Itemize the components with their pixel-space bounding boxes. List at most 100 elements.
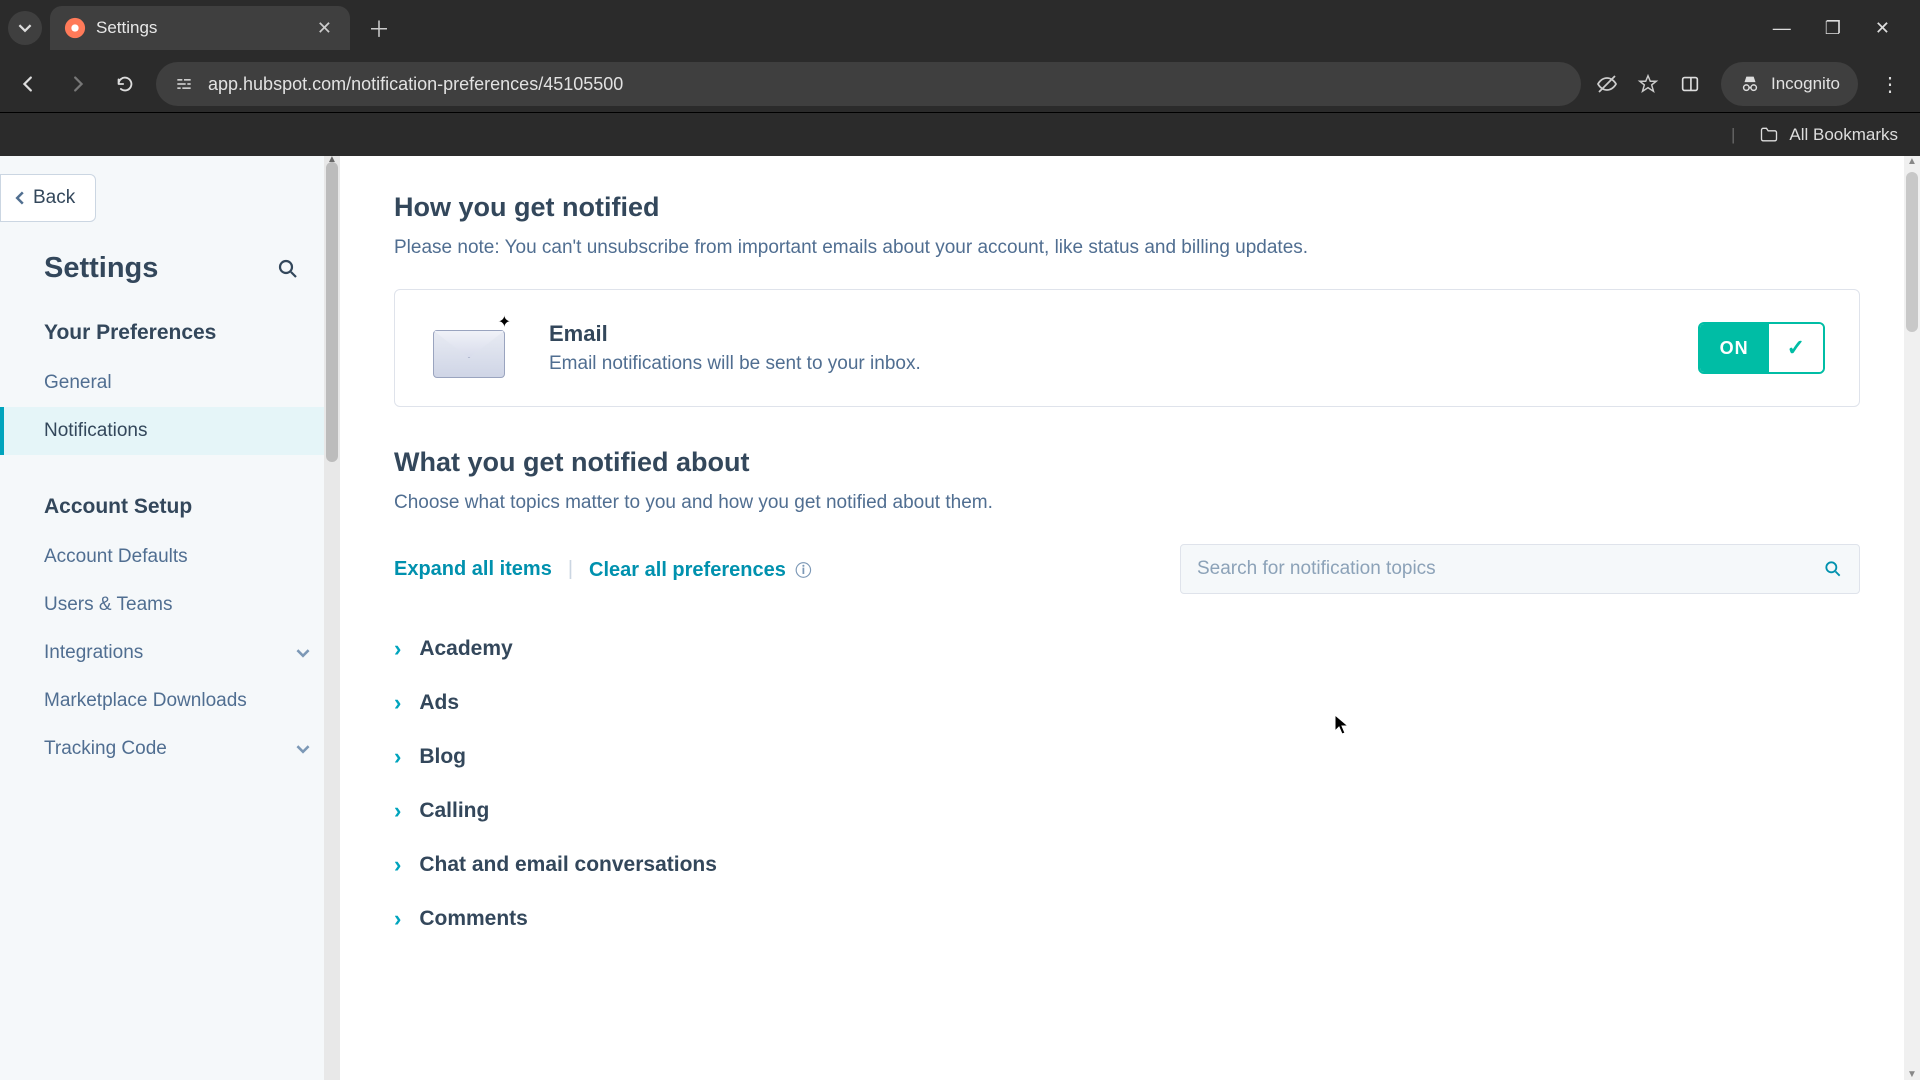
email-channel-card: ✦ Email Email notifications will be sent…: [394, 289, 1860, 407]
chevron-left-icon: [13, 191, 27, 205]
sidebar-item-label: General: [44, 372, 112, 394]
scroll-up-icon: ▲: [1904, 156, 1920, 167]
incognito-indicator[interactable]: Incognito: [1721, 62, 1858, 106]
sidebar-item-label: Integrations: [44, 642, 143, 664]
sidebar-item-notifications[interactable]: Notifications: [0, 407, 340, 455]
topic-label: Chat and email conversations: [419, 853, 717, 877]
bookmark-star-icon[interactable]: [1637, 73, 1659, 95]
info-icon: ⓘ: [795, 563, 811, 580]
topic-calling[interactable]: › Calling: [394, 784, 1860, 838]
search-icon: [1823, 559, 1843, 579]
sidebar-item-marketplace-downloads[interactable]: Marketplace Downloads: [0, 677, 340, 725]
topic-label: Comments: [419, 907, 528, 931]
reload-button[interactable]: [108, 67, 142, 101]
incognito-eye-icon[interactable]: [1595, 72, 1619, 96]
tab-strip: Settings ✕ ＋ — ❐ ✕: [0, 0, 1920, 56]
email-envelope-icon: ✦: [429, 318, 509, 378]
topic-search-box[interactable]: [1180, 544, 1860, 594]
browser-chrome: Settings ✕ ＋ — ❐ ✕ app.hubspot.com/notif…: [0, 0, 1920, 156]
incognito-icon: [1739, 73, 1761, 95]
topic-academy[interactable]: › Academy: [394, 622, 1860, 676]
back-nav-button[interactable]: [12, 67, 46, 101]
settings-header: Settings: [0, 222, 340, 307]
chevron-down-icon: [18, 21, 32, 35]
search-icon: [276, 257, 300, 281]
sidebar-item-general[interactable]: General: [0, 359, 340, 407]
topic-label: Blog: [419, 745, 466, 769]
sidepanel-icon: [1679, 73, 1701, 95]
sidepanel-button[interactable]: [1673, 67, 1707, 101]
sidebar-item-users-teams[interactable]: Users & Teams: [0, 581, 340, 629]
address-bar-row: app.hubspot.com/notification-preferences…: [0, 56, 1920, 112]
sidebar-scrollbar[interactable]: ▲: [324, 156, 340, 1080]
email-channel-title: Email: [549, 321, 1658, 347]
chevron-down-icon: [296, 742, 310, 756]
toggle-on-label: ON: [1700, 324, 1769, 372]
url-actions: [1595, 72, 1659, 96]
incognito-label: Incognito: [1771, 74, 1840, 94]
back-label: Back: [33, 187, 75, 209]
tab-close-button[interactable]: ✕: [317, 18, 332, 39]
sidebar-item-integrations[interactable]: Integrations: [0, 629, 340, 677]
section-what-notified-title: What you get notified about: [394, 447, 1860, 478]
arrow-left-icon: [18, 73, 40, 95]
site-settings-icon: [174, 74, 194, 94]
sidebar-item-label: Marketplace Downloads: [44, 690, 247, 712]
sidebar-item-tracking-code[interactable]: Tracking Code: [0, 725, 340, 773]
maximize-button[interactable]: ❐: [1825, 18, 1841, 39]
topic-label: Calling: [419, 799, 489, 823]
topic-comments[interactable]: › Comments: [394, 892, 1860, 946]
chevron-right-icon: ›: [394, 744, 401, 770]
chevron-right-icon: ›: [394, 690, 401, 716]
browser-tab[interactable]: Settings ✕: [50, 6, 350, 50]
all-bookmarks-button[interactable]: All Bookmarks: [1789, 125, 1898, 145]
hubspot-favicon-icon: [64, 17, 86, 39]
clear-all-button[interactable]: Clear all preferences ⓘ: [589, 557, 811, 582]
forward-nav-button[interactable]: [60, 67, 94, 101]
email-channel-desc: Email notifications will be sent to your…: [549, 353, 1658, 375]
topic-chat-email[interactable]: › Chat and email conversations: [394, 838, 1860, 892]
chevron-right-icon: ›: [394, 636, 401, 662]
reload-icon: [114, 73, 136, 95]
expand-all-button[interactable]: Expand all items: [394, 558, 552, 581]
topic-actions-row: Expand all items | Clear all preferences…: [394, 544, 1860, 594]
close-window-button[interactable]: ✕: [1875, 18, 1890, 39]
scroll-down-icon: ▼: [1904, 1069, 1920, 1080]
sidebar: Back Settings Your Preferences General N…: [0, 156, 340, 1080]
main-scrollbar[interactable]: ▲ ▼: [1904, 156, 1920, 1080]
sparkle-icon: ✦: [498, 312, 511, 332]
bookmarks-bar: | All Bookmarks: [0, 112, 1920, 156]
main-content: How you get notified Please note: You ca…: [340, 156, 1920, 1080]
section-what-notified-note: Choose what topics matter to you and how…: [394, 492, 1860, 514]
main-scroll-thumb[interactable]: [1906, 172, 1918, 332]
chevron-right-icon: ›: [394, 906, 401, 932]
email-channel-text: Email Email notifications will be sent t…: [549, 321, 1658, 375]
topic-blog[interactable]: › Blog: [394, 730, 1860, 784]
back-button[interactable]: Back: [0, 174, 96, 222]
new-tab-button[interactable]: ＋: [358, 12, 400, 44]
folder-icon: [1759, 125, 1779, 145]
email-toggle[interactable]: ON ✓: [1698, 322, 1825, 374]
separator: |: [568, 558, 573, 581]
topic-ads[interactable]: › Ads: [394, 676, 1860, 730]
url-text: app.hubspot.com/notification-preferences…: [208, 74, 623, 95]
section-how-notified-note: Please note: You can't unsubscribe from …: [394, 237, 1860, 259]
minimize-button[interactable]: —: [1773, 18, 1791, 39]
sidebar-item-label: Tracking Code: [44, 738, 167, 760]
topic-search-input[interactable]: [1197, 558, 1823, 580]
topic-label: Ads: [419, 691, 459, 715]
check-icon: ✓: [1769, 324, 1823, 372]
chevron-right-icon: ›: [394, 798, 401, 824]
browser-menu-button[interactable]: ⋮: [1872, 72, 1908, 97]
nav-section-account-setup: Account Setup: [0, 481, 340, 533]
sidebar-item-label: Notifications: [44, 420, 148, 442]
sidebar-item-account-defaults[interactable]: Account Defaults: [0, 533, 340, 581]
sidebar-scroll-thumb[interactable]: [326, 162, 338, 462]
topic-label: Academy: [419, 637, 512, 661]
chevron-right-icon: ›: [394, 852, 401, 878]
window-controls: — ❐ ✕: [1773, 18, 1912, 39]
url-field[interactable]: app.hubspot.com/notification-preferences…: [156, 62, 1581, 106]
tab-title: Settings: [96, 18, 307, 38]
settings-search-button[interactable]: [276, 257, 300, 281]
tab-search-button[interactable]: [8, 11, 42, 45]
